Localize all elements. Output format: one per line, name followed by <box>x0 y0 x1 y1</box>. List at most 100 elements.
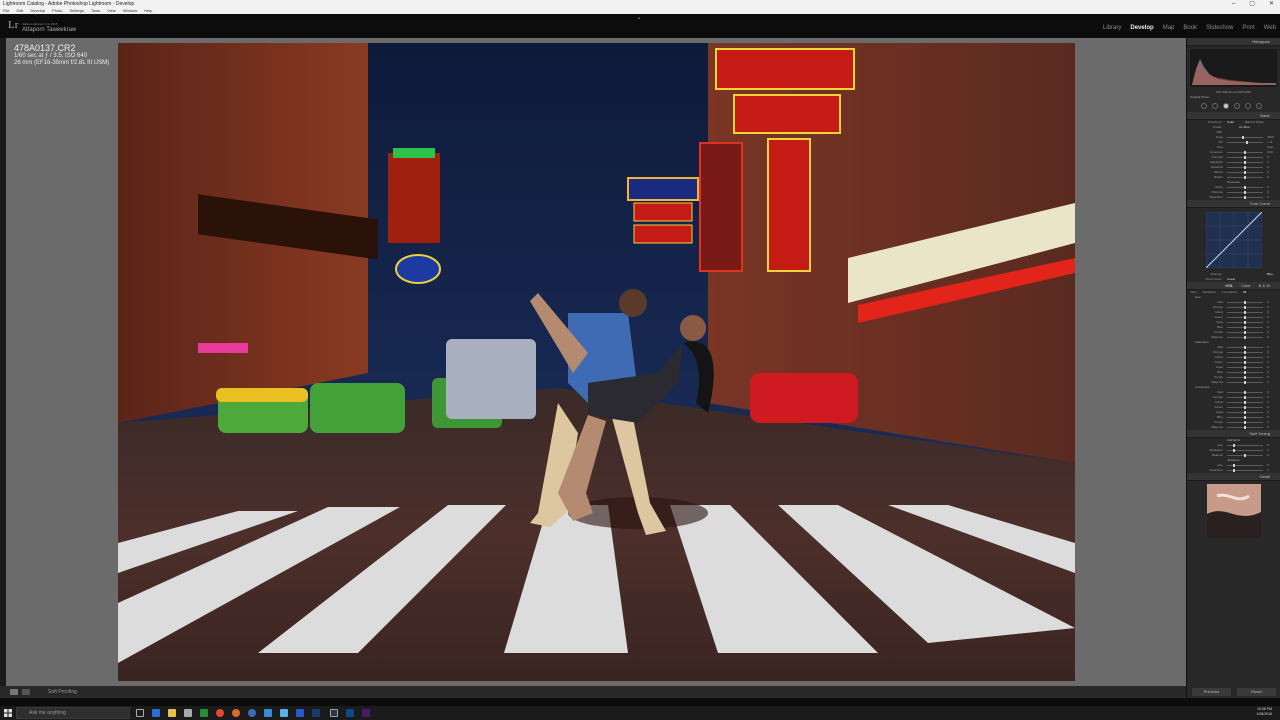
slider-knob[interactable] <box>1244 196 1246 199</box>
slider-knob[interactable] <box>1244 416 1246 419</box>
slider-knob[interactable] <box>1244 381 1246 384</box>
app-icon[interactable] <box>264 709 272 717</box>
reset-button[interactable]: Reset <box>1237 688 1276 696</box>
close-icon[interactable]: ✕ <box>1269 0 1274 8</box>
slider-knob[interactable] <box>1244 351 1246 354</box>
module-web[interactable]: Web <box>1264 25 1276 31</box>
slider-knob[interactable] <box>1242 136 1245 139</box>
slider-knob[interactable] <box>1244 366 1246 369</box>
slider-saturation[interactable]: Saturation 0 <box>1187 195 1280 200</box>
basic-header[interactable]: Basic <box>1187 112 1280 120</box>
spot-removal-icon[interactable] <box>1212 103 1218 109</box>
slider-knob[interactable] <box>1244 376 1246 379</box>
slider-magenta[interactable]: Magenta 0 <box>1187 380 1280 385</box>
slider-knob[interactable] <box>1244 151 1246 154</box>
edge-icon[interactable] <box>152 709 160 717</box>
loupe-view-icon[interactable] <box>10 689 18 695</box>
taskbar-search-input[interactable]: Ask me anything <box>16 707 130 719</box>
slider-knob[interactable] <box>1244 326 1246 329</box>
store-icon[interactable] <box>184 709 192 717</box>
soft-proofing-checkbox[interactable]: Soft Proofing <box>48 689 77 695</box>
slider-knob[interactable] <box>1244 361 1246 364</box>
slider-knob[interactable] <box>1233 464 1236 467</box>
slider-knob[interactable] <box>1245 141 1248 144</box>
subtab-all[interactable]: All <box>1243 290 1246 295</box>
radial-filter-icon[interactable] <box>1245 103 1251 109</box>
slider-knob[interactable] <box>1244 191 1246 194</box>
slider-blacks[interactable]: Blacks 0 <box>1187 175 1280 180</box>
slider-knob[interactable] <box>1244 186 1246 189</box>
detail-header[interactable]: Detail <box>1187 473 1280 481</box>
histogram-header[interactable]: Histogram <box>1187 38 1280 46</box>
point-curve-select[interactable]: Linear <box>1227 277 1235 282</box>
slider-knob[interactable] <box>1244 406 1246 409</box>
slider-value[interactable]: 0 <box>1267 175 1269 180</box>
slider-knob[interactable] <box>1244 301 1246 304</box>
detail-preview[interactable] <box>1206 484 1261 538</box>
slider-knob[interactable] <box>1244 306 1246 309</box>
slider-knob[interactable] <box>1244 454 1246 457</box>
windows-start-icon[interactable] <box>4 709 12 717</box>
slider-knob[interactable] <box>1244 316 1246 319</box>
slider-magenta[interactable]: Magenta 0 <box>1187 425 1280 430</box>
subtab-hue[interactable]: Hue <box>1191 290 1197 295</box>
slider-knob[interactable] <box>1244 156 1246 159</box>
slider-magenta[interactable]: Magenta 0 <box>1187 335 1280 340</box>
slider-knob[interactable] <box>1244 396 1246 399</box>
subtab-saturation[interactable]: Saturation <box>1203 290 1217 295</box>
split-toning-header[interactable]: Split Toning <box>1187 430 1280 438</box>
taskbar-clock[interactable]: 10:08 PM 1/26/2016 <box>1256 707 1272 717</box>
slider-knob[interactable] <box>1233 469 1236 472</box>
slider-knob[interactable] <box>1244 371 1246 374</box>
slider-knob[interactable] <box>1244 161 1246 164</box>
slider-track[interactable] <box>1227 137 1263 138</box>
slider-knob[interactable] <box>1244 356 1246 359</box>
minimize-icon[interactable]: – <box>1232 0 1235 8</box>
module-develop[interactable]: Develop <box>1130 25 1153 31</box>
app-icon[interactable] <box>346 709 354 717</box>
graduated-filter-icon[interactable] <box>1234 103 1240 109</box>
slider-knob[interactable] <box>1244 336 1246 339</box>
crop-icon[interactable] <box>1201 103 1207 109</box>
slider-knob[interactable] <box>1244 346 1246 349</box>
lightroom-taskbar-icon[interactable] <box>330 709 338 717</box>
task-view-icon[interactable] <box>136 709 144 717</box>
tone-curve-header[interactable]: Tone Curve <box>1187 200 1280 208</box>
slider-knob[interactable] <box>1244 421 1246 424</box>
word-icon[interactable] <box>296 709 304 717</box>
photo-preview[interactable] <box>118 43 1075 681</box>
slider-knob[interactable] <box>1244 331 1246 334</box>
excel-icon[interactable] <box>200 709 208 717</box>
module-map[interactable]: Map <box>1163 25 1175 31</box>
slider-knob[interactable] <box>1244 311 1246 314</box>
premiere-icon[interactable] <box>362 709 370 717</box>
slider-value[interactable]: 0 <box>1267 425 1269 430</box>
photoshop-icon[interactable] <box>312 709 320 717</box>
module-print[interactable]: Print <box>1242 25 1254 31</box>
slider-value[interactable]: 0 <box>1267 453 1269 458</box>
tab-bw[interactable]: B & W <box>1259 282 1270 289</box>
tab-color[interactable]: Color <box>1241 282 1251 289</box>
browser-icon[interactable] <box>248 709 256 717</box>
slider-knob[interactable] <box>1244 171 1246 174</box>
slider-knob[interactable] <box>1244 166 1246 169</box>
slider-knob[interactable] <box>1244 176 1246 179</box>
previous-button[interactable]: Previous <box>1192 688 1231 696</box>
before-after-icon[interactable] <box>22 689 30 695</box>
module-book[interactable]: Book <box>1183 25 1197 31</box>
slider-value[interactable]: 0 <box>1267 195 1269 200</box>
filmstrip-collapsed[interactable] <box>0 698 1280 706</box>
app-icon[interactable] <box>280 709 288 717</box>
slider-value[interactable]: 0 <box>1267 380 1269 385</box>
slider-value[interactable]: 0 <box>1267 335 1269 340</box>
split-balance-row[interactable]: Balance 0 <box>1187 453 1280 458</box>
histogram[interactable] <box>1190 49 1277 87</box>
firefox-icon[interactable] <box>232 709 240 717</box>
slider-saturation[interactable]: Saturation 0 <box>1187 468 1280 473</box>
module-slideshow[interactable]: Slideshow <box>1206 25 1233 31</box>
slider-knob[interactable] <box>1244 391 1246 394</box>
maximize-icon[interactable]: ▢ <box>1249 0 1255 8</box>
top-panel-toggle-icon[interactable]: ▲ <box>637 15 643 20</box>
chrome-icon[interactable] <box>216 709 224 717</box>
slider-knob[interactable] <box>1233 449 1236 452</box>
